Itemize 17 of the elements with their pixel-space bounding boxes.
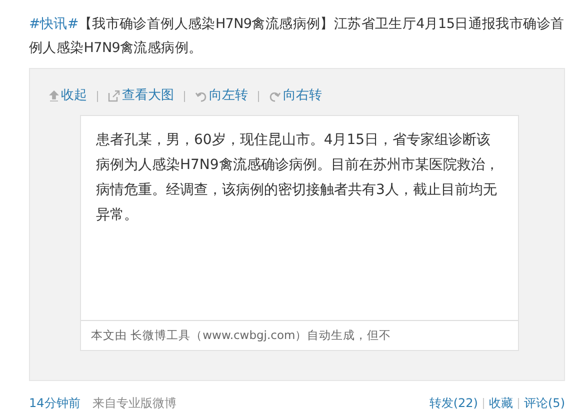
external-link-icon [108, 90, 120, 102]
toolbar-link[interactable]: 向右转 [269, 86, 322, 106]
image-body-text: 患者孔某，男，60岁，现住昆山市。4月15日，省专家组诊断该病例为人感染H7N9禽流感确诊病例。目前在苏州市某医院救治，病情危重。经调查，该病例的密切接触者共有3人，截止目前均无异常。 [95, 131, 500, 225]
toolbar-link[interactable]: 向左转 [195, 86, 248, 106]
arrow-up-icon [49, 90, 59, 102]
toolbar-link[interactable]: 查看大图 [108, 86, 174, 106]
action-link[interactable]: 转发(22) [429, 394, 478, 412]
toolbar-link[interactable]: 收起 [49, 86, 87, 106]
timestamp-link[interactable]: 14分钟前 [29, 394, 80, 412]
rotate-left-icon [195, 90, 207, 102]
action-link[interactable]: 收藏 [489, 394, 513, 412]
post-text: #快讯#【我市确诊首例人感染H7N9禽流感病例】江苏省卫生厅4月15日通报我市确诊首例人感染H7N9禽流感病例。 [29, 15, 566, 58]
rotate-right-icon [269, 90, 281, 102]
topic-link[interactable]: #快讯# [29, 16, 78, 32]
source-link[interactable]: 来自专业版微博 [92, 394, 176, 412]
action-link[interactable]: 评论(5) [524, 394, 565, 412]
image-footer-text: 本文由 长微博工具（www.cwbgj.com）自动生成，但不 [91, 326, 392, 344]
